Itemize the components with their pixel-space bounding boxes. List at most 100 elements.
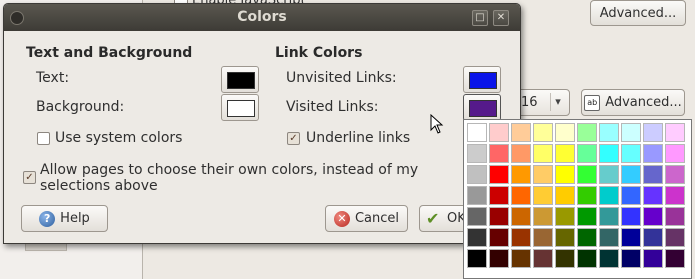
palette-color-cell[interactable] — [665, 165, 685, 184]
palette-color-cell[interactable] — [643, 144, 663, 163]
unvisited-links-color-button[interactable] — [463, 66, 501, 93]
palette-color-cell[interactable] — [621, 249, 641, 268]
palette-color-cell[interactable] — [621, 165, 641, 184]
palette-color-cell[interactable] — [555, 123, 575, 142]
palette-color-cell[interactable] — [489, 207, 509, 226]
palette-color-cell[interactable] — [599, 123, 619, 142]
text-color-label: Text: — [36, 70, 70, 86]
palette-color-cell[interactable] — [643, 228, 663, 247]
palette-color-cell[interactable] — [555, 207, 575, 226]
palette-color-cell[interactable] — [467, 228, 487, 247]
allow-pages-colors-checkbox[interactable]: ✓ — [23, 171, 36, 184]
palette-color-cell[interactable] — [621, 228, 641, 247]
background-color-label: Background: — [36, 99, 125, 115]
unvisited-links-label: Unvisited Links: — [286, 70, 397, 86]
palette-color-cell[interactable] — [577, 123, 597, 142]
color-palette-grid — [467, 123, 685, 268]
palette-color-cell[interactable] — [511, 186, 531, 205]
palette-color-cell[interactable] — [533, 249, 553, 268]
palette-color-cell[interactable] — [555, 165, 575, 184]
palette-color-cell[interactable] — [643, 123, 663, 142]
background-color-button[interactable] — [221, 94, 259, 121]
help-button-label: Help — [60, 211, 90, 226]
palette-color-cell[interactable] — [577, 228, 597, 247]
advanced-fonts-button[interactable]: ab Advanced... — [581, 89, 685, 116]
visited-links-swatch — [469, 100, 497, 117]
help-button[interactable]: ? Help — [21, 205, 108, 232]
palette-color-cell[interactable] — [489, 165, 509, 184]
palette-color-cell[interactable] — [489, 123, 509, 142]
palette-color-cell[interactable] — [621, 123, 641, 142]
palette-color-cell[interactable] — [467, 186, 487, 205]
palette-color-cell[interactable] — [511, 228, 531, 247]
palette-color-cell[interactable] — [621, 144, 641, 163]
palette-color-cell[interactable] — [511, 249, 531, 268]
help-icon: ? — [39, 210, 56, 227]
palette-color-cell[interactable] — [599, 207, 619, 226]
palette-color-cell[interactable] — [577, 165, 597, 184]
palette-color-cell[interactable] — [511, 144, 531, 163]
text-color-button[interactable] — [221, 66, 259, 93]
palette-color-cell[interactable] — [665, 228, 685, 247]
palette-color-cell[interactable] — [599, 165, 619, 184]
palette-color-cell[interactable] — [533, 207, 553, 226]
palette-color-cell[interactable] — [599, 144, 619, 163]
palette-color-cell[interactable] — [621, 207, 641, 226]
palette-color-cell[interactable] — [555, 249, 575, 268]
palette-color-cell[interactable] — [489, 249, 509, 268]
palette-color-cell[interactable] — [555, 144, 575, 163]
palette-color-cell[interactable] — [489, 186, 509, 205]
palette-color-cell[interactable] — [555, 228, 575, 247]
palette-color-cell[interactable] — [533, 123, 553, 142]
palette-color-cell[interactable] — [533, 228, 553, 247]
palette-color-cell[interactable] — [577, 207, 597, 226]
palette-color-cell[interactable] — [665, 249, 685, 268]
palette-color-cell[interactable] — [577, 249, 597, 268]
advanced-button-top[interactable]: Advanced... — [590, 0, 686, 26]
palette-color-cell[interactable] — [665, 144, 685, 163]
palette-color-cell[interactable] — [489, 228, 509, 247]
palette-color-cell[interactable] — [643, 186, 663, 205]
palette-color-cell[interactable] — [599, 186, 619, 205]
text-background-heading: Text and Background — [26, 45, 193, 61]
palette-color-cell[interactable] — [511, 123, 531, 142]
palette-color-cell[interactable] — [665, 207, 685, 226]
palette-color-cell[interactable] — [599, 249, 619, 268]
palette-color-cell[interactable] — [643, 249, 663, 268]
palette-color-cell[interactable] — [643, 165, 663, 184]
palette-color-cell[interactable] — [621, 186, 641, 205]
font-ab-icon: ab — [584, 94, 601, 111]
palette-color-cell[interactable] — [577, 144, 597, 163]
visited-links-color-button[interactable] — [463, 94, 501, 121]
palette-color-cell[interactable] — [665, 123, 685, 142]
dialog-titlebar[interactable]: Colors □ ✕ — [4, 4, 520, 31]
palette-color-cell[interactable] — [665, 186, 685, 205]
close-icon[interactable]: ✕ — [493, 10, 509, 26]
unvisited-links-swatch — [469, 72, 497, 89]
palette-color-cell[interactable] — [533, 186, 553, 205]
palette-color-cell[interactable] — [467, 165, 487, 184]
palette-color-cell[interactable] — [643, 207, 663, 226]
color-palette-popup — [463, 119, 692, 279]
cancel-button[interactable]: ✕ Cancel — [325, 205, 408, 232]
palette-color-cell[interactable] — [467, 144, 487, 163]
cancel-button-label: Cancel — [354, 211, 400, 226]
palette-color-cell[interactable] — [533, 144, 553, 163]
palette-color-cell[interactable] — [533, 165, 553, 184]
underline-links-checkbox[interactable]: ✓ — [287, 132, 300, 145]
visited-links-label: Visited Links: — [286, 99, 379, 115]
palette-color-cell[interactable] — [599, 228, 619, 247]
palette-color-cell[interactable] — [467, 249, 487, 268]
palette-color-cell[interactable] — [511, 165, 531, 184]
underline-links-label: Underline links — [306, 130, 411, 146]
use-system-colors-label: Use system colors — [55, 130, 183, 146]
link-colors-heading: Link Colors — [275, 45, 363, 61]
maximize-icon[interactable]: □ — [472, 10, 488, 26]
use-system-colors-checkbox[interactable] — [37, 132, 50, 145]
palette-color-cell[interactable] — [489, 144, 509, 163]
palette-color-cell[interactable] — [555, 186, 575, 205]
palette-color-cell[interactable] — [467, 207, 487, 226]
palette-color-cell[interactable] — [577, 186, 597, 205]
palette-color-cell[interactable] — [467, 123, 487, 142]
palette-color-cell[interactable] — [511, 207, 531, 226]
